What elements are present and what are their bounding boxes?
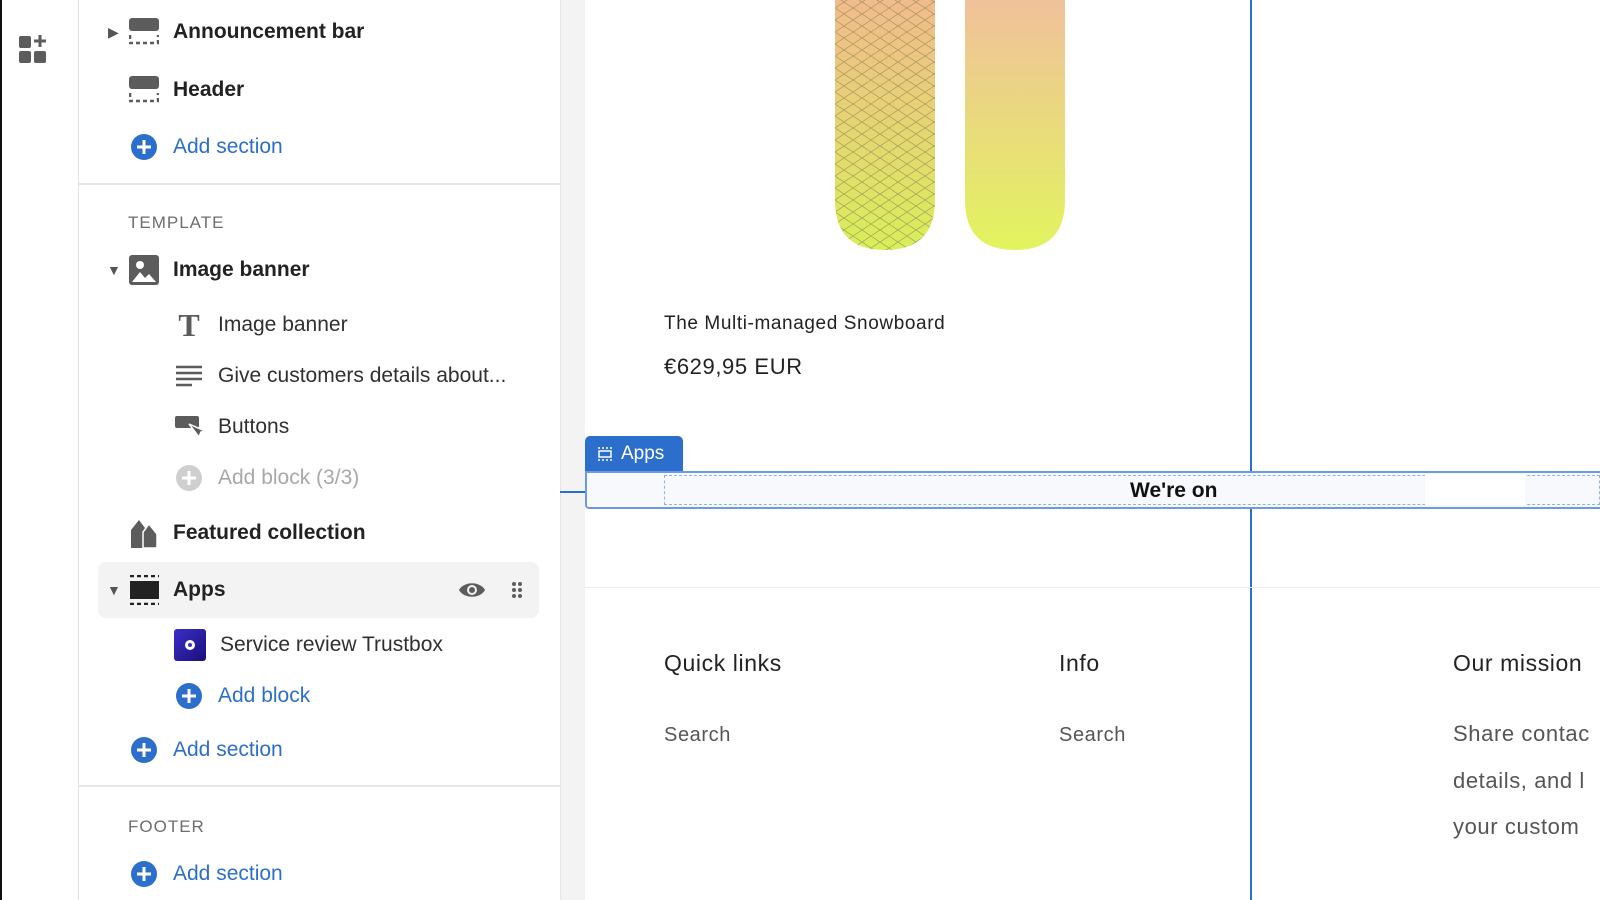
apps-section-outline[interactable]: We're on [585,471,1600,509]
collapse-caret-icon[interactable]: ▼ [107,262,121,278]
apps-section-icon [129,575,159,605]
text-icon: T [178,306,200,343]
eye-icon[interactable] [458,580,486,600]
block-image-banner[interactable]: T Image banner [174,305,347,345]
panel-gutter [560,0,585,900]
section-apps[interactable]: Apps [129,570,226,610]
plus-circle-icon [129,132,159,162]
footer-mission-text: your custom [1453,814,1580,839]
left-rail [0,0,79,900]
footer-add-section-button[interactable]: Add section [129,854,283,894]
collapse-caret-icon[interactable]: ▼ [107,582,121,598]
button-icon [174,412,204,442]
template-caption: TEMPLATE [128,213,225,232]
plus-circle-icon [174,463,204,493]
plus-circle-icon [129,735,159,765]
trustbox-widget [1425,475,1525,505]
image-icon [129,255,159,285]
trustpilot-app-icon [174,629,206,661]
footer-caption: FOOTER [128,817,205,836]
expand-caret-icon[interactable]: ▶ [108,24,119,41]
add-apps-icon[interactable] [18,34,50,66]
trustbox-text: We're on [1130,479,1218,502]
guide-line [1250,0,1252,900]
apps-add-block-button[interactable]: Add block [174,676,310,716]
block-service-review-trustbox[interactable]: Service review Trustbox [174,625,443,665]
block-text[interactable]: Give customers details about... [174,356,506,396]
block-buttons[interactable]: Buttons [174,407,289,447]
footer-heading-info: Info [1059,650,1100,676]
apps-section-tab[interactable]: Apps [585,436,683,472]
footer-link-search[interactable]: Search [664,724,731,747]
footer-heading-quick-links: Quick links [664,650,782,676]
product-price: €629,95 EUR [664,354,803,379]
add-block-disabled-button[interactable]: Add block (3/3) [174,458,359,498]
footer-heading-our-mission: Our mission [1453,650,1583,676]
apps-section-icon [598,447,612,461]
footer-mission-text: Share contac [1453,721,1590,746]
plus-circle-icon [129,859,159,889]
section-featured-collection[interactable]: Featured collection [129,513,366,553]
section-announcement-bar[interactable]: Announcement bar [129,12,364,52]
footer-mission-text: details, and l [1453,768,1585,793]
product-image[interactable] [835,0,1075,252]
collection-icon [129,518,159,548]
header-add-section-button[interactable]: Add section [129,127,283,167]
drag-handle-icon[interactable] [511,581,523,599]
divider [79,183,560,185]
connector-line [560,491,585,493]
divider [79,785,560,787]
product-title[interactable]: The Multi-managed Snowboard [664,313,945,335]
template-add-section-button[interactable]: Add section [129,730,283,770]
paragraph-icon [174,361,204,391]
footer-divider [585,587,1600,588]
store-preview[interactable]: The Multi-managed Snowboard €629,95 EUR … [585,0,1600,900]
plus-circle-icon [174,681,204,711]
section-header[interactable]: Header [129,70,244,110]
footer-link-search[interactable]: Search [1059,724,1126,747]
section-icon [129,17,159,47]
section-image-banner[interactable]: Image banner [129,250,310,290]
section-icon [129,75,159,105]
